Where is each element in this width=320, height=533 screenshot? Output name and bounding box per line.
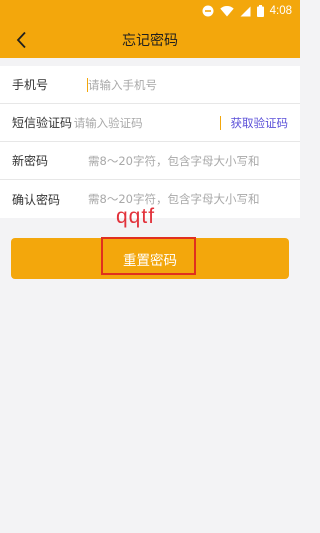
phone-label: 手机号 [12, 78, 49, 92]
sms-code-input[interactable] [73, 104, 220, 141]
phone-input[interactable] [88, 66, 300, 103]
nav-bar: 忘记密码 [0, 22, 300, 58]
phone-row: 手机号 [0, 66, 300, 104]
watermark-text: qqtf [116, 205, 156, 228]
new-password-row: 新密码 [0, 142, 300, 180]
chevron-left-icon [16, 31, 26, 49]
get-code-button[interactable]: 获取验证码 [231, 115, 289, 131]
signal-icon [240, 6, 251, 17]
minus-circle-icon [202, 5, 214, 17]
reset-password-label: 重置密码 [123, 252, 177, 269]
back-button[interactable] [10, 28, 34, 52]
wifi-icon [219, 5, 234, 17]
new-password-label: 新密码 [12, 154, 49, 168]
text-cursor [87, 78, 88, 92]
reset-password-button[interactable]: 重置密码 [11, 238, 289, 279]
reset-password-form: 手机号 短信验证码 获取验证码 新密码 确认密码 [0, 66, 300, 218]
sms-code-row: 短信验证码 获取验证码 [0, 104, 300, 142]
new-password-input[interactable] [88, 142, 300, 179]
status-time: 4:08 [269, 5, 292, 17]
status-bar: 4:08 [0, 0, 300, 22]
battery-icon [256, 5, 264, 17]
sms-code-label: 短信验证码 [12, 116, 73, 130]
code-divider [219, 115, 221, 130]
confirm-password-label: 确认密码 [12, 192, 61, 207]
page-title: 忘记密码 [122, 33, 178, 49]
